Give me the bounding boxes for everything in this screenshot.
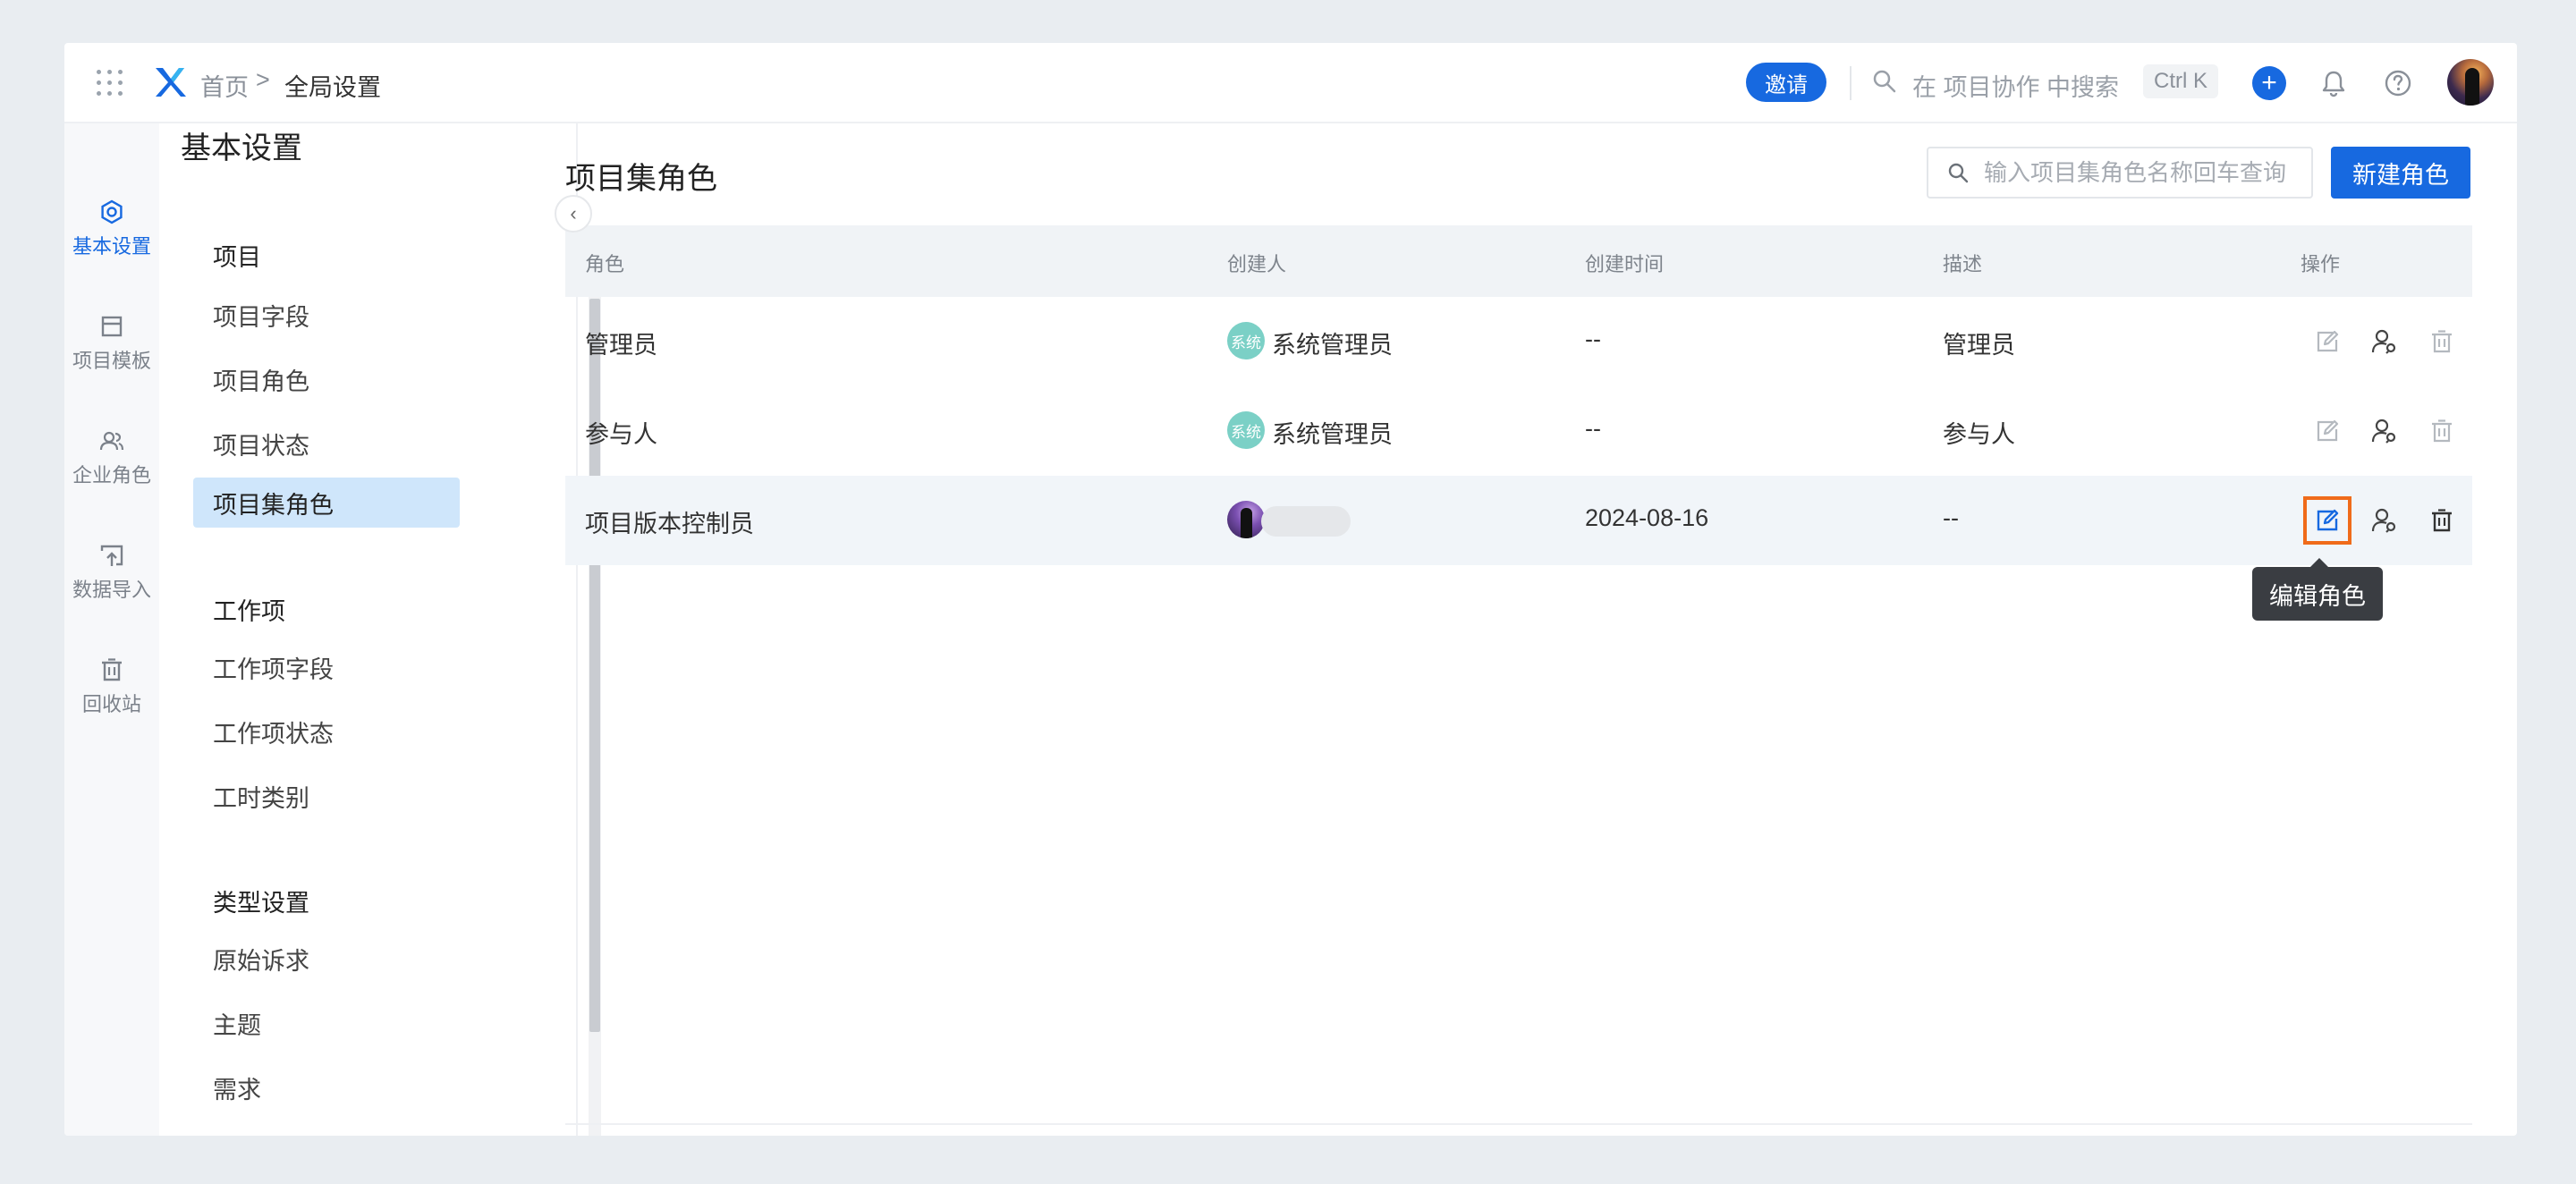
app-window: 首页 > 全局设置 邀请 在 项目协作 中搜索 Ctrl K + 基本设置 项目… (64, 43, 2517, 1136)
template-icon (101, 316, 123, 337)
search-icon[interactable] (1871, 68, 1898, 95)
bell-icon[interactable] (2317, 66, 2351, 100)
role-description: 管理员 (1943, 332, 2015, 359)
divider (565, 1123, 2472, 1125)
creator-avatar: 系统 (1227, 411, 1265, 449)
column-header-creator: 创建人 (1227, 253, 1287, 275)
trash-icon (102, 658, 122, 681)
rail-item-data-import[interactable]: 数据导入 (64, 542, 159, 603)
import-icon (100, 545, 123, 566)
user-avatar[interactable] (2447, 59, 2494, 106)
rail-item-enterprise-roles[interactable]: 企业角色 (64, 427, 159, 488)
nav-group-work-item: 工作项 (213, 598, 285, 625)
creator-avatar (1227, 501, 1265, 538)
create-button[interactable]: + (2252, 66, 2286, 100)
role-search-input[interactable] (1984, 158, 2306, 187)
page-title: 项目集角色 (565, 162, 717, 196)
member-settings-icon[interactable] (2367, 503, 2402, 538)
rail-item-recycle-bin[interactable]: 回收站 (64, 656, 159, 717)
rail-item-label: 数据导入 (72, 579, 151, 601)
created-time: 2024-08-16 (1585, 504, 1709, 531)
column-header-role: 角色 (585, 253, 625, 275)
rail-item-label: 项目模板 (72, 350, 151, 372)
role-name: 项目版本控制员 (585, 511, 754, 537)
chevron-left-icon: ‹ (570, 202, 577, 224)
role-search-field[interactable] (1927, 147, 2313, 199)
rail-item-label: 基本设置 (72, 235, 151, 258)
left-rail: 基本设置 项目模板 企业角色 数据导入 回收站 (64, 123, 159, 1136)
table-header: 角色 创建人 创建时间 描述 操作 (565, 225, 2472, 297)
nav-group-type-settings: 类型设置 (213, 890, 309, 917)
delete-icon[interactable] (2424, 324, 2460, 359)
sidebar-item-time-categories[interactable]: 工时类别 (193, 771, 460, 821)
sidebar-item-project-roles[interactable]: 项目角色 (193, 354, 460, 404)
role-name: 管理员 (585, 332, 657, 359)
sidebar-item-program-roles[interactable]: 项目集角色 (193, 478, 460, 528)
sidebar-item-project-status[interactable]: 项目状态 (193, 419, 460, 469)
shortcut-badge: Ctrl K (2143, 64, 2218, 98)
role-description: -- (1943, 504, 1959, 531)
breadcrumb-separator: > (256, 66, 270, 93)
column-header-description: 描述 (1943, 253, 1983, 275)
creator-name: 系统管理员 (1272, 421, 1393, 448)
apps-grid-icon[interactable] (97, 70, 123, 97)
breadcrumb-home[interactable]: 首页 (200, 68, 249, 103)
nav-group-project: 项目 (213, 244, 261, 271)
edit-icon[interactable] (2309, 413, 2345, 449)
breadcrumb-current: 全局设置 (284, 74, 381, 101)
creator-name: 系统管理员 (1272, 332, 1393, 359)
rail-item-basic-settings[interactable]: 基本设置 (64, 199, 159, 259)
sidebar-item-requirements[interactable]: 需求 (193, 1062, 460, 1112)
column-header-actions: 操作 (2301, 253, 2341, 275)
sidebar-item-project-fields[interactable]: 项目字段 (193, 290, 460, 340)
rail-item-label: 企业角色 (72, 464, 151, 486)
settings-icon (101, 199, 123, 224)
settings-sidebar (159, 123, 601, 1136)
sidebar-item-theme[interactable]: 主题 (193, 998, 460, 1048)
edit-icon[interactable] (2309, 324, 2345, 359)
sidebar-item-work-item-fields[interactable]: 工作项字段 (193, 642, 460, 692)
edit-role-tooltip: 编辑角色 (2252, 558, 2383, 621)
top-bar: 首页 > 全局设置 邀请 在 项目协作 中搜索 Ctrl K + (64, 43, 2517, 123)
logo-icon[interactable] (152, 64, 188, 100)
global-search-input[interactable]: 在 项目协作 中搜索 (1912, 68, 2119, 103)
member-settings-icon[interactable] (2367, 413, 2402, 449)
table-row: 管理员 系统 系统管理员 -- 管理员 (565, 297, 2472, 386)
role-description: 参与人 (1943, 421, 2015, 448)
table-row: 项目版本控制员 2024-08-16 -- (565, 476, 2472, 565)
sidebar-title: 基本设置 (181, 131, 302, 165)
column-header-created-time: 创建时间 (1585, 253, 1665, 275)
edit-icon[interactable] (2303, 496, 2351, 545)
table-row: 参与人 系统 系统管理员 -- 参与人 (565, 386, 2472, 476)
created-time: -- (1585, 326, 1601, 352)
new-role-button[interactable]: 新建角色 (2331, 147, 2470, 199)
collapse-sidebar-button[interactable]: ‹ (555, 195, 592, 233)
delete-icon[interactable] (2424, 503, 2460, 538)
help-icon[interactable] (2381, 66, 2415, 100)
role-name: 参与人 (585, 421, 657, 448)
delete-icon[interactable] (2424, 413, 2460, 449)
users-icon (99, 431, 124, 451)
creator-name-redacted (1261, 506, 1351, 537)
creator-avatar: 系统 (1227, 322, 1265, 359)
rail-item-label: 回收站 (81, 693, 141, 715)
roles-table: 角色 创建人 创建时间 描述 操作 管理员 系统 系统管理员 -- 管理员 参与… (565, 225, 2472, 565)
divider (1850, 66, 1852, 100)
rail-item-project-template[interactable]: 项目模板 (64, 313, 159, 374)
sidebar-item-work-item-status[interactable]: 工作项状态 (193, 706, 460, 757)
created-time: -- (1585, 415, 1601, 442)
member-settings-icon[interactable] (2367, 324, 2402, 359)
sidebar-item-original-requests[interactable]: 原始诉求 (193, 934, 460, 984)
invite-button[interactable]: 邀请 (1746, 63, 1826, 102)
search-icon (1948, 163, 1969, 183)
